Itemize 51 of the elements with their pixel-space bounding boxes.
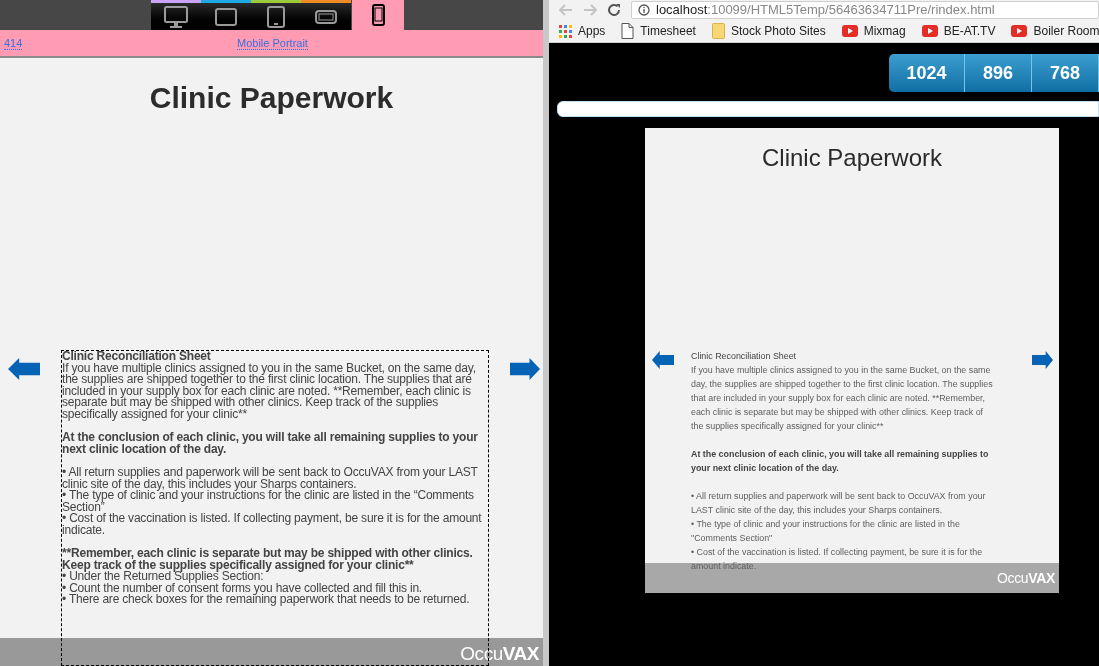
width-button[interactable]: 1024 bbox=[889, 54, 965, 92]
occuvax-logo: OccuVAX bbox=[997, 569, 1055, 587]
tablet-icon bbox=[215, 6, 237, 27]
section-heading: Clinic Reconciliation Sheet bbox=[691, 350, 798, 363]
next-arrow-icon[interactable] bbox=[510, 358, 540, 380]
play-icon bbox=[921, 25, 938, 37]
document-icon bbox=[621, 23, 635, 39]
occuvax-logo: OccuVAX bbox=[460, 643, 539, 665]
reload-icon[interactable] bbox=[607, 3, 621, 17]
address-bar[interactable]: localhost:10099/HTML5Temp/56463634711Pre/rindex.html bbox=[631, 1, 1099, 19]
bullet-item: • The type of clinic and your instructions for the clinic are listed in the "Comments Section" bbox=[691, 518, 961, 545]
bookmark[interactable]: Timesheet bbox=[621, 22, 696, 40]
slide-title: Clinic Paperwork bbox=[760, 143, 944, 172]
next-arrow-icon[interactable] bbox=[1032, 351, 1053, 369]
folder-icon bbox=[711, 23, 725, 39]
bullet-item: • There are check boxes for the remaining paperwork that needs to be returned. bbox=[62, 594, 471, 607]
play-icon bbox=[841, 25, 858, 37]
bullet-item: • The type of clinic and your instructions for the clinic are listed in the “Comments Section” bbox=[62, 490, 474, 514]
bullet-item: • All return supplies and paperwork will be sent back to OccuVAX from your LAST clinic site of the day, this includes your Sharps containers. bbox=[62, 463, 479, 491]
desktop-icon bbox=[164, 5, 188, 28]
phone-icon bbox=[315, 8, 337, 25]
device-tab[interactable] bbox=[301, 0, 351, 30]
bold-paragraph: **Remember, each clinic is separate but may be shipped with other clinics. Keep track of the supplies specifically assigned for your clinic** bbox=[62, 545, 474, 572]
width-button[interactable]: 896 bbox=[965, 54, 1032, 92]
play-icon bbox=[1011, 25, 1028, 37]
section-heading: Clinic Reconciliation Sheet bbox=[62, 351, 212, 363]
bookmark[interactable]: Boiler Room bbox=[1011, 22, 1099, 40]
previous-arrow-icon[interactable] bbox=[8, 358, 40, 380]
device-tab[interactable] bbox=[352, 0, 404, 30]
address-text: localhost:10099/HTML5Temp/56463634711Pre/rindex.html bbox=[656, 2, 995, 18]
tablet-icon bbox=[267, 5, 285, 28]
bullet-item: • Cost of the vaccination is listed. If collecting payment, be sure it is for the amount indicate. bbox=[691, 546, 984, 573]
apps-grid-icon bbox=[559, 24, 572, 38]
width-button[interactable]: 768 bbox=[1032, 54, 1099, 92]
bullet-item: • Under the Returned Supplies Section: bbox=[62, 571, 264, 583]
bullet-item: • All return supplies and paperwork will be sent back to OccuVAX from your LAST clinic site of the day, this includes your Sharps containers. bbox=[691, 490, 987, 517]
bookmark[interactable]: Mixmag bbox=[841, 22, 906, 40]
bold-paragraph: At the conclusion of each clinic, you will take all remaining supplies to your next clinic location of the day. bbox=[62, 429, 479, 456]
paragraph: If you have multiple clinics assigned to you in the same Bucket, on the same day, the supplies are shipped together to the first clinic location. The supplies that are included in your supply box for each clinic are noted. **Remember, each clinic is separate but may be shipped with other clinics. Keep track of the supplies specifically assigned for your clinic** bbox=[691, 364, 994, 433]
bullet-item: • Cost of the vaccination is listed. If collecting payment, be sure it is for the amount indicate. bbox=[62, 513, 483, 537]
paragraph: If you have multiple clinics assigned to you in the same Bucket, on the same day, the supplies are shipped together to the first clinic location. The supplies that are included in your supply box for each clinic are noted. **Remember, each clinic is separate but may be shipped with other clinics. Keep track of the supplies specifically assigned for your clinic** bbox=[62, 362, 477, 421]
info-icon bbox=[638, 4, 650, 16]
page-title: Clinic Paperwork bbox=[148, 80, 395, 116]
previous-arrow-icon[interactable] bbox=[652, 351, 674, 369]
device-tab[interactable] bbox=[151, 0, 201, 30]
bold-paragraph: At the conclusion of each clinic, you will take all remaining supplies to your next clinic location of the day. bbox=[691, 448, 990, 475]
bookmark[interactable]: BE-AT.TV bbox=[921, 22, 996, 40]
bullet-item: • Count the number of consent forms you have collected and fill this in. bbox=[62, 582, 423, 595]
phone-icon bbox=[371, 4, 385, 26]
bookmark[interactable]: Stock Photo Sites bbox=[711, 22, 826, 40]
bookmark[interactable]: Apps bbox=[559, 22, 606, 40]
